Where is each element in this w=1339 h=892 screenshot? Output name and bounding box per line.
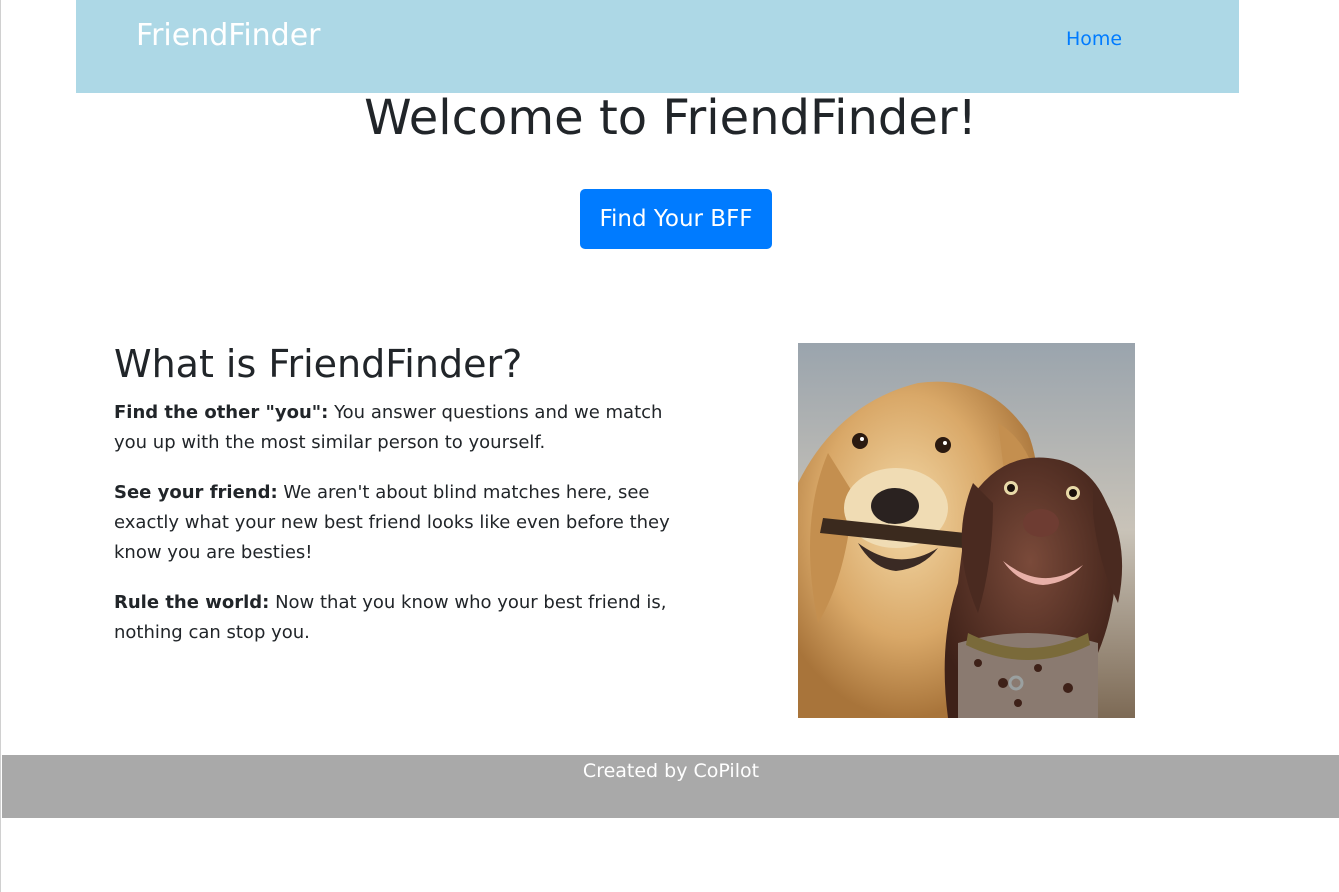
- page: FriendFinder Home Welcome to FriendFinde…: [0, 0, 1339, 892]
- feature-label: Rule the world:: [114, 591, 270, 613]
- dogs-photo: [798, 343, 1135, 718]
- about-section: What is FriendFinder? Find the other "yo…: [114, 342, 674, 668]
- feature-item: Rule the world: Now that you know who yo…: [114, 588, 674, 648]
- footer-credit: Created by CoPilot: [582, 760, 760, 782]
- navbar: FriendFinder Home: [76, 0, 1239, 93]
- brand-link[interactable]: FriendFinder: [136, 18, 321, 54]
- nav-home-link[interactable]: Home: [1066, 28, 1122, 50]
- hero-title: Welcome to FriendFinder!: [364, 90, 977, 146]
- footer: Created by CoPilot: [2, 755, 1339, 818]
- feature-label: Find the other "you":: [114, 401, 329, 423]
- find-bff-button[interactable]: Find Your BFF: [580, 189, 772, 249]
- feature-label: See your friend:: [114, 481, 278, 503]
- feature-item: Find the other "you": You answer questio…: [114, 398, 674, 458]
- feature-item: See your friend: We aren't about blind m…: [114, 478, 674, 568]
- about-heading: What is FriendFinder?: [114, 342, 523, 386]
